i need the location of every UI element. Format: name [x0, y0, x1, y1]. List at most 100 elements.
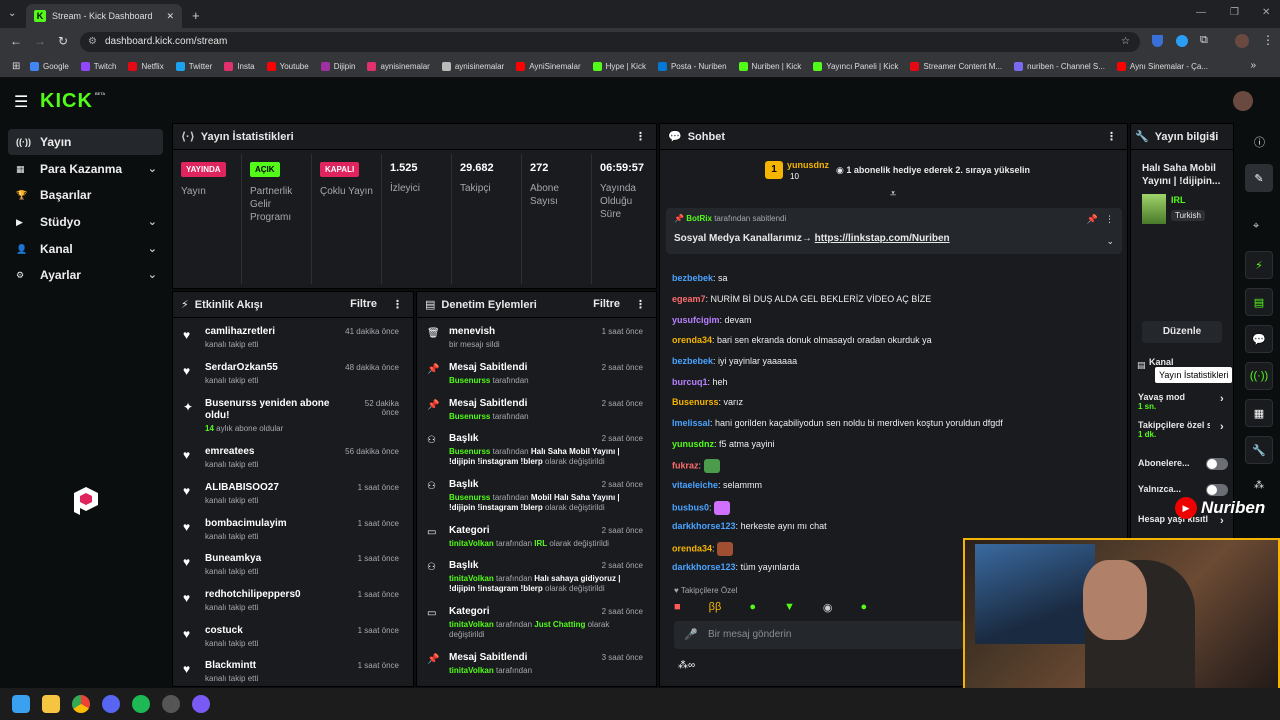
- setting-row[interactable]: Takipçilere özel s1 dk. ›: [1138, 420, 1230, 439]
- pinned-expand-icon[interactable]: ⌄: [1106, 236, 1114, 247]
- bookmark-item[interactable]: Yayıncı Paneli | Kick: [813, 62, 898, 71]
- emote-icon[interactable]: ■: [674, 601, 681, 617]
- activity-item[interactable]: ♥ costuck kanalı takip etti 1 saat önce: [173, 625, 409, 661]
- windows-start-icon[interactable]: [12, 695, 30, 713]
- moderation-filter-button[interactable]: Filtre: [593, 298, 620, 310]
- chat-message[interactable]: Busenurss: varız: [672, 397, 743, 407]
- back-icon[interactable]: ←: [10, 34, 22, 48]
- hamburger-menu-icon[interactable]: ☰: [14, 92, 28, 112]
- chat-settings-icon[interactable]: ⁂∞: [678, 660, 695, 671]
- stats-rail-icon[interactable]: ((·)): [1245, 362, 1273, 390]
- pinned-link[interactable]: https://linkstap.com/Nuriben: [815, 233, 950, 244]
- chat-message[interactable]: darkkhorse123: herkeste aynı mı chat: [672, 521, 827, 531]
- bookmark-item[interactable]: Dijipin: [320, 62, 355, 71]
- layout-rail-icon[interactable]: ▦: [1245, 399, 1273, 427]
- bookmark-item[interactable]: Twitter: [175, 62, 212, 71]
- user-avatar[interactable]: [1233, 91, 1253, 111]
- moderation-item[interactable]: 📌 Mesaj Sabitlendi Busenurss tarafından 2 s…: [417, 362, 653, 398]
- setting-toggle[interactable]: [1206, 484, 1228, 496]
- bookmark-item[interactable]: Google: [30, 62, 69, 71]
- sidebar-item-3[interactable]: ▶ Stüdyo ⌄: [8, 209, 163, 235]
- bookmark-item[interactable]: aynisinemalar: [441, 62, 504, 71]
- sidebar-item-0[interactable]: ((·)) Yayın: [8, 129, 163, 155]
- bookmark-item[interactable]: Netflix: [128, 62, 164, 71]
- activity-filter-button[interactable]: Filtre: [350, 298, 377, 310]
- moderation-item[interactable]: 📌 Mesaj Sabitlendi Busenurss tarafından 2 s…: [417, 398, 653, 434]
- activity-item[interactable]: ♥ Buneamkya kanalı takip etti 1 saat önce: [173, 553, 409, 589]
- bookmark-item[interactable]: Aynı Sinemalar - Ça...: [1116, 62, 1208, 71]
- chat-username[interactable]: yusufcigim: [672, 315, 720, 325]
- activity-item[interactable]: ♥ Blackmintt kanalı takip etti 1 saat önce: [173, 660, 409, 686]
- bookmark-item[interactable]: Streamer Content M...: [910, 62, 1002, 71]
- chat-message[interactable]: darkkhorse123: tüm yayınlarda: [672, 562, 800, 572]
- extra-rail-icon[interactable]: ⁂: [1254, 480, 1264, 491]
- apps-grid-icon[interactable]: ⊞: [12, 61, 20, 72]
- setting-row[interactable]: Yavaş mod 1 sn. ›: [1138, 392, 1230, 411]
- file-explorer-icon[interactable]: [42, 695, 60, 713]
- emote-icon[interactable]: ●: [860, 601, 867, 617]
- tab-search-icon[interactable]: ⌄: [8, 8, 16, 19]
- activity-item[interactable]: ♥ camlihazretleri kanalı takip etti 41 daki…: [173, 326, 409, 362]
- moderation-item[interactable]: ▭ Kategori tinitaVolkan tarafından Just Ch…: [417, 606, 653, 642]
- gift-user[interactable]: yunusdnz: [787, 160, 829, 170]
- chat-username[interactable]: bezbebek: [672, 356, 713, 366]
- chat-username[interactable]: burcuq1: [672, 377, 708, 387]
- chat-message[interactable]: burcuq1: heh: [672, 377, 728, 387]
- chat-message[interactable]: vitaeleiche: selammm: [672, 480, 762, 490]
- activity-item[interactable]: ♥ emreatees kanalı takip etti 56 dakika önc…: [173, 446, 409, 482]
- setting-row[interactable]: Yalnızca...: [1138, 484, 1230, 496]
- new-tab-icon[interactable]: +: [192, 8, 200, 23]
- lightning-rail-icon[interactable]: ⚡: [1245, 251, 1273, 279]
- mic-icon[interactable]: 🎤: [684, 628, 698, 641]
- sidebar-item-2[interactable]: 🏆 Başarılar: [8, 182, 163, 208]
- obs-icon[interactable]: [162, 695, 180, 713]
- unpin-icon[interactable]: 📌: [1087, 214, 1098, 225]
- stats-menu-icon[interactable]: ⋮: [635, 130, 646, 143]
- emote-icon[interactable]: ββ: [709, 601, 722, 617]
- document-rail-icon[interactable]: ▤: [1245, 288, 1273, 316]
- chat-message[interactable]: orenda34:: [672, 542, 734, 556]
- chat-username[interactable]: vitaeleiche: [672, 480, 718, 490]
- chat-username[interactable]: darkkhorse123: [672, 521, 736, 531]
- activity-item[interactable]: ♥ SerdarOzkan55 kanalı takip etti 48 dakika…: [173, 362, 409, 398]
- extensions-puzzle-icon[interactable]: ⧉: [1200, 34, 1208, 47]
- chrome-icon[interactable]: [72, 695, 90, 713]
- chat-message[interactable]: egeam7: NURİM Bİ DUŞ ALDA GEL BEKLERİZ V…: [672, 294, 931, 304]
- sidebar-item-5[interactable]: ⚙ Ayarlar ⌄: [8, 262, 163, 288]
- spotify-icon[interactable]: [132, 695, 150, 713]
- forward-icon[interactable]: →: [34, 34, 46, 48]
- bookmark-item[interactable]: Posta - Nuriben: [657, 62, 727, 71]
- moderation-item[interactable]: ⚇ Başlık tinitaVolkan tarafından Halı saha…: [417, 560, 653, 596]
- wrench-rail-icon[interactable]: 🔧: [1245, 436, 1273, 464]
- emote-icon[interactable]: ▼: [784, 601, 795, 617]
- site-info-icon[interactable]: ⚙: [88, 32, 97, 52]
- bookmark-item[interactable]: Hype | Kick: [592, 62, 646, 71]
- sidebar-item-1[interactable]: ▦ Para Kazanma ⌄: [8, 156, 163, 182]
- chat-username[interactable]: bezbebek: [672, 273, 713, 283]
- target-icon[interactable]: ⌖: [1253, 220, 1259, 233]
- edit-button[interactable]: Düzenle: [1142, 321, 1222, 343]
- setting-toggle[interactable]: [1206, 458, 1228, 470]
- chat-username[interactable]: fukraz: [672, 460, 699, 470]
- chat-username[interactable]: egeam7: [672, 294, 706, 304]
- activity-item[interactable]: ♥ ALIBABISOO27 kanalı takip etti 1 saat önc…: [173, 482, 409, 518]
- reload-icon[interactable]: ↻: [58, 34, 68, 48]
- bookmark-item[interactable]: Insta: [224, 62, 255, 71]
- moderation-item[interactable]: ⚇ Başlık Busenurss tarafından Halı Saha Mo…: [417, 433, 653, 469]
- edit-pencil-icon[interactable]: ✎: [1245, 164, 1273, 192]
- chat-username[interactable]: busbus0: [672, 502, 709, 512]
- category-name[interactable]: IRL: [1171, 195, 1186, 205]
- chat-username[interactable]: orenda34: [672, 543, 712, 553]
- chat-username[interactable]: lmelissal: [672, 418, 710, 428]
- chat-username[interactable]: orenda34: [672, 335, 712, 345]
- bookmark-item[interactable]: aynisinemalar: [367, 62, 430, 71]
- bookmarks-more-icon[interactable]: »: [1250, 60, 1256, 71]
- bookmark-item[interactable]: AyniSinemalar: [516, 62, 581, 71]
- url-bar[interactable]: ⚙ dashboard.kick.com/stream ☆: [80, 32, 1140, 52]
- setting-row[interactable]: Abonelere...: [1138, 458, 1230, 470]
- chat-rail-icon[interactable]: 💬: [1245, 325, 1273, 353]
- emote-icon[interactable]: ●: [749, 601, 756, 617]
- chat-message[interactable]: yunusdnz: f5 atma yayini: [672, 439, 775, 449]
- tab-close-icon[interactable]: ✕: [166, 11, 174, 22]
- moderation-item[interactable]: ⚇ Başlık Busenurss tarafından Mobil Halı S…: [417, 479, 653, 515]
